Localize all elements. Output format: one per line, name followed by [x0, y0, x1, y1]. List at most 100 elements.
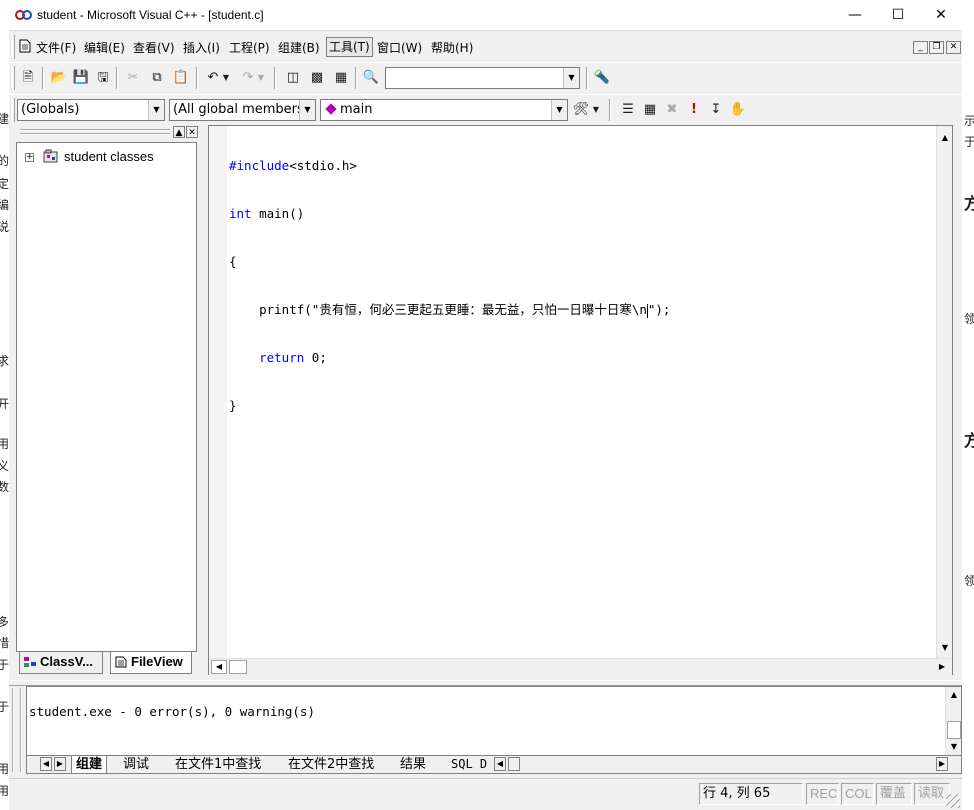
panel-grip[interactable]: [20, 129, 170, 135]
chevron-down-icon[interactable]: ▼: [551, 100, 567, 120]
code-line: int main(): [229, 206, 670, 222]
wizardbar-action-icon[interactable]: 🛠: [571, 100, 591, 120]
output-vertical-scrollbar[interactable]: ▲ ▼: [945, 687, 961, 755]
scroll-down-icon[interactable]: ▼: [937, 640, 953, 656]
maximize-button[interactable]: ☐: [875, 0, 921, 31]
code-text: {: [229, 254, 237, 269]
menu-insert[interactable]: 插入(I): [183, 39, 220, 56]
scrollbar-thumb[interactable]: [508, 757, 520, 771]
mdi-restore-button[interactable]: ❐: [929, 41, 944, 54]
redo-icon[interactable]: ↷: [238, 68, 258, 88]
menu-edit[interactable]: 编辑(E): [84, 39, 125, 56]
find-icon[interactable]: 🔦: [592, 68, 612, 88]
bg-glyph: 义: [0, 459, 9, 473]
tab-find-in-files-1[interactable]: 在文件1中查找: [175, 756, 261, 773]
bg-glyph: 方: [964, 431, 974, 450]
window-list-icon[interactable]: ▦: [331, 68, 351, 88]
tab-find-in-files-2[interactable]: 在文件2中查找: [288, 756, 374, 773]
function-icon: [325, 103, 337, 115]
document-icon[interactable]: [19, 39, 31, 53]
workspace-panel-header[interactable]: ▲ ✕: [16, 125, 199, 141]
breakpoint-hand-icon[interactable]: ✋: [728, 100, 748, 120]
menu-window[interactable]: 窗口(W): [377, 39, 422, 56]
compile-icon[interactable]: ☰: [618, 100, 638, 120]
editor-vertical-scrollbar[interactable]: ▲ ▼: [936, 126, 952, 658]
resize-grip[interactable]: [946, 794, 960, 808]
bg-glyph: 数: [0, 480, 9, 494]
tab-classview[interactable]: ClassV...: [19, 652, 103, 674]
save-icon[interactable]: 💾: [71, 68, 91, 88]
scroll-up-icon[interactable]: ▲: [946, 687, 962, 703]
toolbar-grip[interactable]: [12, 66, 15, 90]
code-editor[interactable]: #include<stdio.h> int main() { printf("贵…: [208, 125, 953, 675]
menu-build[interactable]: 组建(B): [278, 39, 320, 56]
find-combo[interactable]: ▼: [385, 67, 580, 89]
copy-icon[interactable]: ⧉: [147, 68, 167, 88]
chevron-down-icon[interactable]: ▼: [148, 100, 164, 120]
tab-scroll-right-icon[interactable]: ▶: [54, 757, 66, 771]
code-area[interactable]: #include<stdio.h> int main() { printf("贵…: [229, 126, 670, 446]
function-combo[interactable]: main ▼: [320, 99, 568, 121]
redo-dropdown-icon[interactable]: ▼: [256, 68, 266, 88]
go-icon[interactable]: ↧: [706, 100, 726, 120]
window-title: student - Microsoft Visual C++ - [studen…: [37, 8, 264, 22]
menu-tools[interactable]: 工具(T): [326, 37, 373, 57]
scroll-up-icon[interactable]: ▲: [937, 130, 953, 146]
undo-dropdown-icon[interactable]: ▼: [221, 68, 231, 88]
stop-build-icon[interactable]: ✖: [662, 100, 682, 120]
tab-debug[interactable]: 调试: [123, 756, 149, 773]
toolbar-grip[interactable]: [12, 98, 15, 122]
panel-collapse-button[interactable]: ▲: [173, 126, 185, 138]
tab-build[interactable]: 组建: [71, 756, 108, 773]
wizardbar-dropdown-icon[interactable]: ▼: [591, 100, 601, 120]
find-in-files-icon[interactable]: 🔍: [361, 68, 381, 88]
scroll-down-icon[interactable]: ▼: [946, 739, 962, 755]
scroll-right-icon[interactable]: ▶: [934, 659, 950, 675]
menu-help[interactable]: 帮助(H): [431, 39, 473, 56]
menu-view[interactable]: 查看(V): [133, 39, 175, 56]
tab-sql-debugging[interactable]: SQL D: [451, 756, 487, 773]
code-text: 0;: [304, 350, 327, 365]
editor-horizontal-scrollbar[interactable]: ◀ ▶: [209, 658, 952, 675]
tab-fileview[interactable]: FileView: [110, 652, 192, 674]
output-window[interactable]: student.exe - 0 error(s), 0 warning(s) ▲…: [26, 686, 962, 756]
expand-icon[interactable]: +: [25, 153, 34, 162]
mdi-close-button[interactable]: ✕: [946, 41, 961, 54]
menu-file[interactable]: 文件(F): [36, 39, 76, 56]
open-folder-icon[interactable]: 📂: [49, 68, 69, 88]
panel-close-button[interactable]: ✕: [186, 126, 198, 138]
scrollbar-thumb[interactable]: [947, 721, 961, 739]
hscroll-right-icon[interactable]: ▶: [936, 757, 948, 771]
mdi-minimize-button[interactable]: _: [913, 41, 928, 54]
tree-root-label[interactable]: student classes: [64, 149, 154, 164]
chevron-down-icon[interactable]: ▼: [563, 68, 579, 88]
minimize-button[interactable]: —: [832, 0, 878, 31]
title-bar[interactable]: student - Microsoft Visual C++ - [studen…: [9, 0, 962, 31]
output-window-icon[interactable]: ▩: [307, 68, 327, 88]
editor-gutter[interactable]: [209, 126, 227, 658]
output-grip[interactable]: [12, 688, 22, 772]
save-all-icon[interactable]: 🖫: [93, 68, 113, 88]
scrollbar-thumb[interactable]: [229, 660, 247, 674]
workspace-toggle-icon[interactable]: ◫: [283, 68, 303, 88]
menubar-grip[interactable]: [12, 35, 15, 59]
tab-results[interactable]: 结果: [400, 756, 426, 773]
close-button[interactable]: ✕: [918, 0, 964, 31]
hscroll-left-icon[interactable]: ◀: [494, 757, 506, 771]
class-combo[interactable]: (Globals) ▼: [17, 99, 165, 121]
classes-folder-icon[interactable]: [43, 149, 58, 163]
build-icon[interactable]: ▦: [640, 100, 660, 120]
undo-icon[interactable]: ↶: [203, 68, 223, 88]
paste-icon[interactable]: 📋: [171, 68, 191, 88]
scroll-left-icon[interactable]: ◀: [211, 660, 227, 674]
bg-glyph: 于: [0, 658, 9, 672]
tab-scroll-left-icon[interactable]: ◀: [40, 757, 52, 771]
menu-project[interactable]: 工程(P): [229, 39, 270, 56]
new-text-file-icon[interactable]: 🗎: [18, 68, 38, 88]
members-combo[interactable]: (All global members ▼: [169, 99, 316, 121]
execute-icon[interactable]: !: [684, 100, 704, 120]
cut-icon[interactable]: ✂: [123, 68, 143, 88]
chevron-down-icon[interactable]: ▼: [299, 100, 315, 120]
